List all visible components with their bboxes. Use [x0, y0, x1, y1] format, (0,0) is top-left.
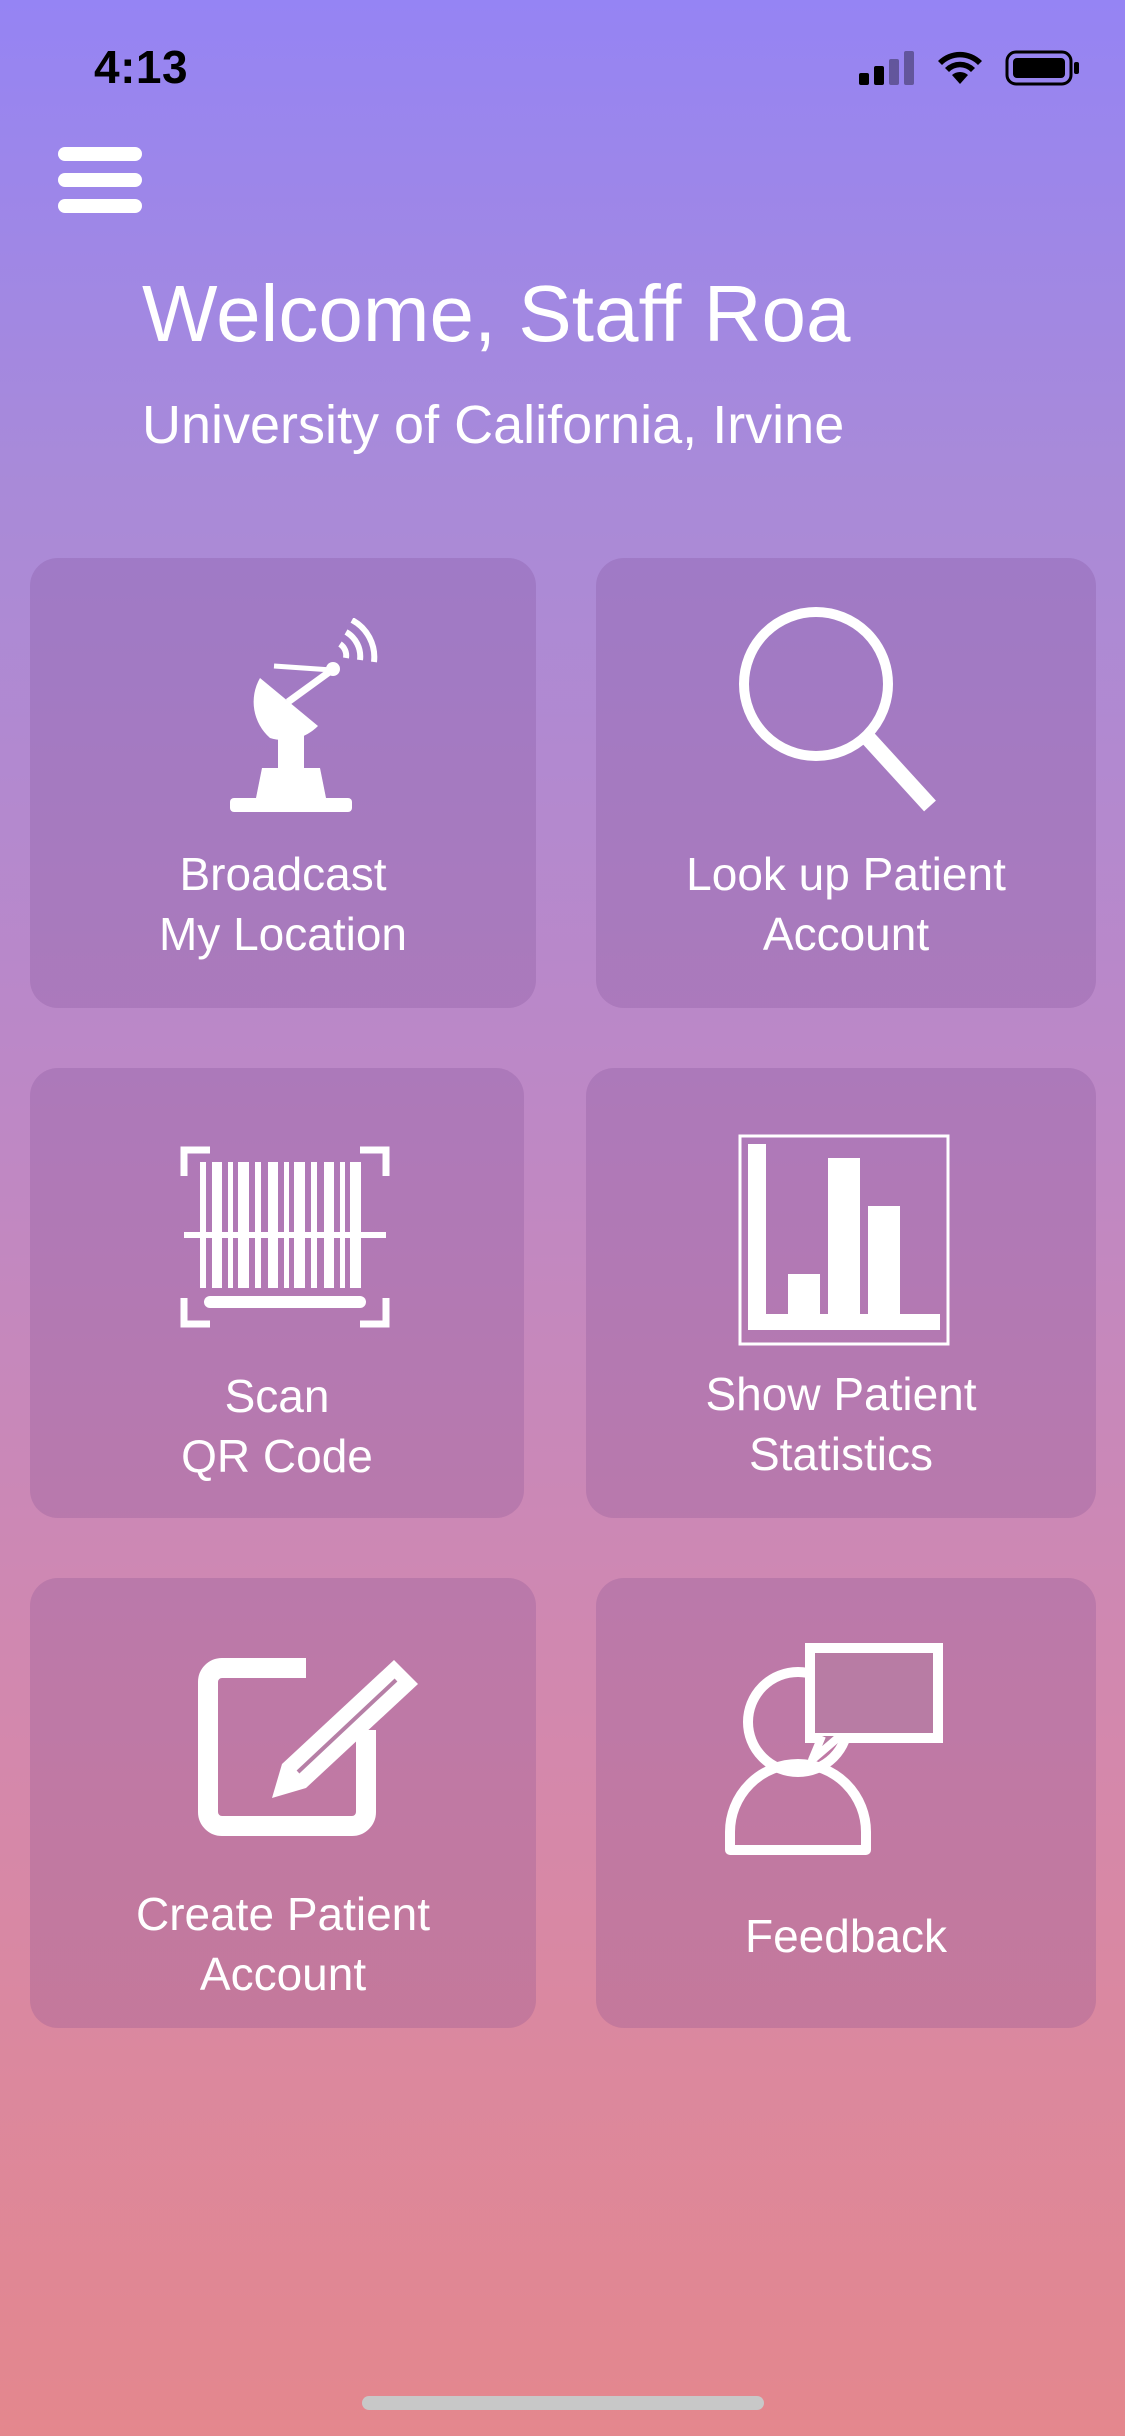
tile-label: Broadcast My Location: [158, 848, 407, 960]
wifi-icon: [938, 51, 982, 84]
patient-statistics-tile[interactable]: Show Patient Statistics: [586, 1068, 1096, 1518]
tile-label: Scan QR Code: [181, 1370, 373, 1482]
broadcast-location-tile[interactable]: Broadcast My Location: [30, 558, 536, 1008]
menu-button[interactable]: [58, 147, 144, 213]
scan-qr-tile[interactable]: Scan QR Code: [30, 1068, 524, 1518]
search-icon: [739, 607, 936, 812]
menu-icon-bar: [58, 173, 142, 187]
barcode-scan-icon: [180, 1146, 390, 1328]
status-icons: [859, 50, 1081, 86]
battery-icon: [1005, 50, 1079, 86]
tile-label: Show Patient Statistics: [705, 1368, 977, 1480]
lookup-patient-tile[interactable]: Look up Patient Account: [596, 558, 1096, 1008]
edit-icon: [198, 1658, 418, 1836]
status-time: 4:13: [94, 41, 189, 93]
satellite-dish-icon: [230, 618, 378, 812]
feedback-person-icon: [725, 1643, 943, 1855]
tile-label: Create Patient Account: [135, 1888, 431, 2000]
menu-icon-bar: [58, 199, 142, 213]
create-patient-tile[interactable]: Create Patient Account: [30, 1578, 536, 2028]
menu-icon-bar: [58, 147, 142, 161]
home-indicator[interactable]: [362, 2396, 764, 2410]
tile-label: Feedback: [744, 1910, 947, 1962]
status-bar: 4:13: [0, 0, 1125, 140]
welcome-subtitle: University of California, Irvine: [142, 395, 845, 455]
feedback-tile[interactable]: Feedback: [596, 1578, 1096, 2028]
welcome-title: Welcome, Staff Roa: [142, 269, 851, 358]
tile-label: Look up Patient Account: [686, 848, 1006, 960]
cellular-signal-icon: [859, 51, 914, 85]
bar-chart-icon: [738, 1134, 950, 1346]
